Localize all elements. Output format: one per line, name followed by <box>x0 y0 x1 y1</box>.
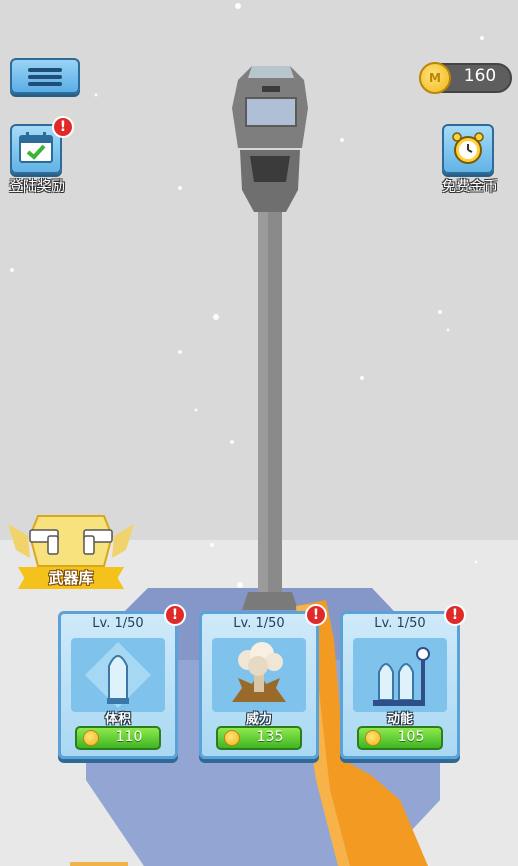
upgrade-cost: 110 <box>115 729 143 745</box>
upgrade-badge: ! <box>305 604 327 626</box>
explosion-icon <box>212 638 306 712</box>
bullet-icon <box>71 638 165 712</box>
free-coins-button[interactable] <box>442 124 494 174</box>
free-coins-label: 免费金币 <box>442 179 498 195</box>
hamburger-menu-icon <box>28 68 62 72</box>
card-level: Lv. 1/50 <box>374 616 426 631</box>
login-reward-badge: ! <box>52 116 74 138</box>
card-name: 体积 <box>104 712 131 727</box>
card-level: Lv. 1/50 <box>233 616 285 631</box>
upgrade-card-size[interactable]: Lv. 1/50 体积 110 <box>58 611 178 759</box>
menu-button[interactable] <box>10 58 80 94</box>
upgrade-buy-button[interactable]: 110 <box>75 726 161 750</box>
coin-icon <box>365 730 381 746</box>
menu-bar <box>28 82 62 86</box>
upgrade-buy-button[interactable]: 105 <box>357 726 443 750</box>
card-name: 威力 <box>245 712 272 727</box>
coin-amount: 160 <box>463 66 497 86</box>
upgrade-buy-button[interactable]: 135 <box>216 726 302 750</box>
coin-icon <box>224 730 240 746</box>
coin-icon: M <box>419 62 451 94</box>
card-level: Lv. 1/50 <box>92 616 144 631</box>
upgrade-badge: ! <box>444 604 466 626</box>
alarm-clock-icon <box>452 132 484 164</box>
upgrade-cost: 135 <box>256 729 284 745</box>
upgrade-cost: 105 <box>397 729 425 745</box>
bullets-gauge-icon <box>353 638 447 712</box>
upgrade-badge: ! <box>164 604 186 626</box>
card-name: 动能 <box>386 712 413 727</box>
menu-bar <box>28 75 62 79</box>
coin-icon <box>83 730 99 746</box>
login-reward-label: 登陆奖励 <box>9 179 65 195</box>
armory-label: 武器库 <box>18 567 124 589</box>
upgrade-card-energy[interactable]: Lv. 1/50 动能 105 <box>340 611 460 759</box>
upgrade-card-power[interactable]: Lv. 1/50 威力 135 <box>199 611 319 759</box>
pistols-icon <box>8 515 134 567</box>
